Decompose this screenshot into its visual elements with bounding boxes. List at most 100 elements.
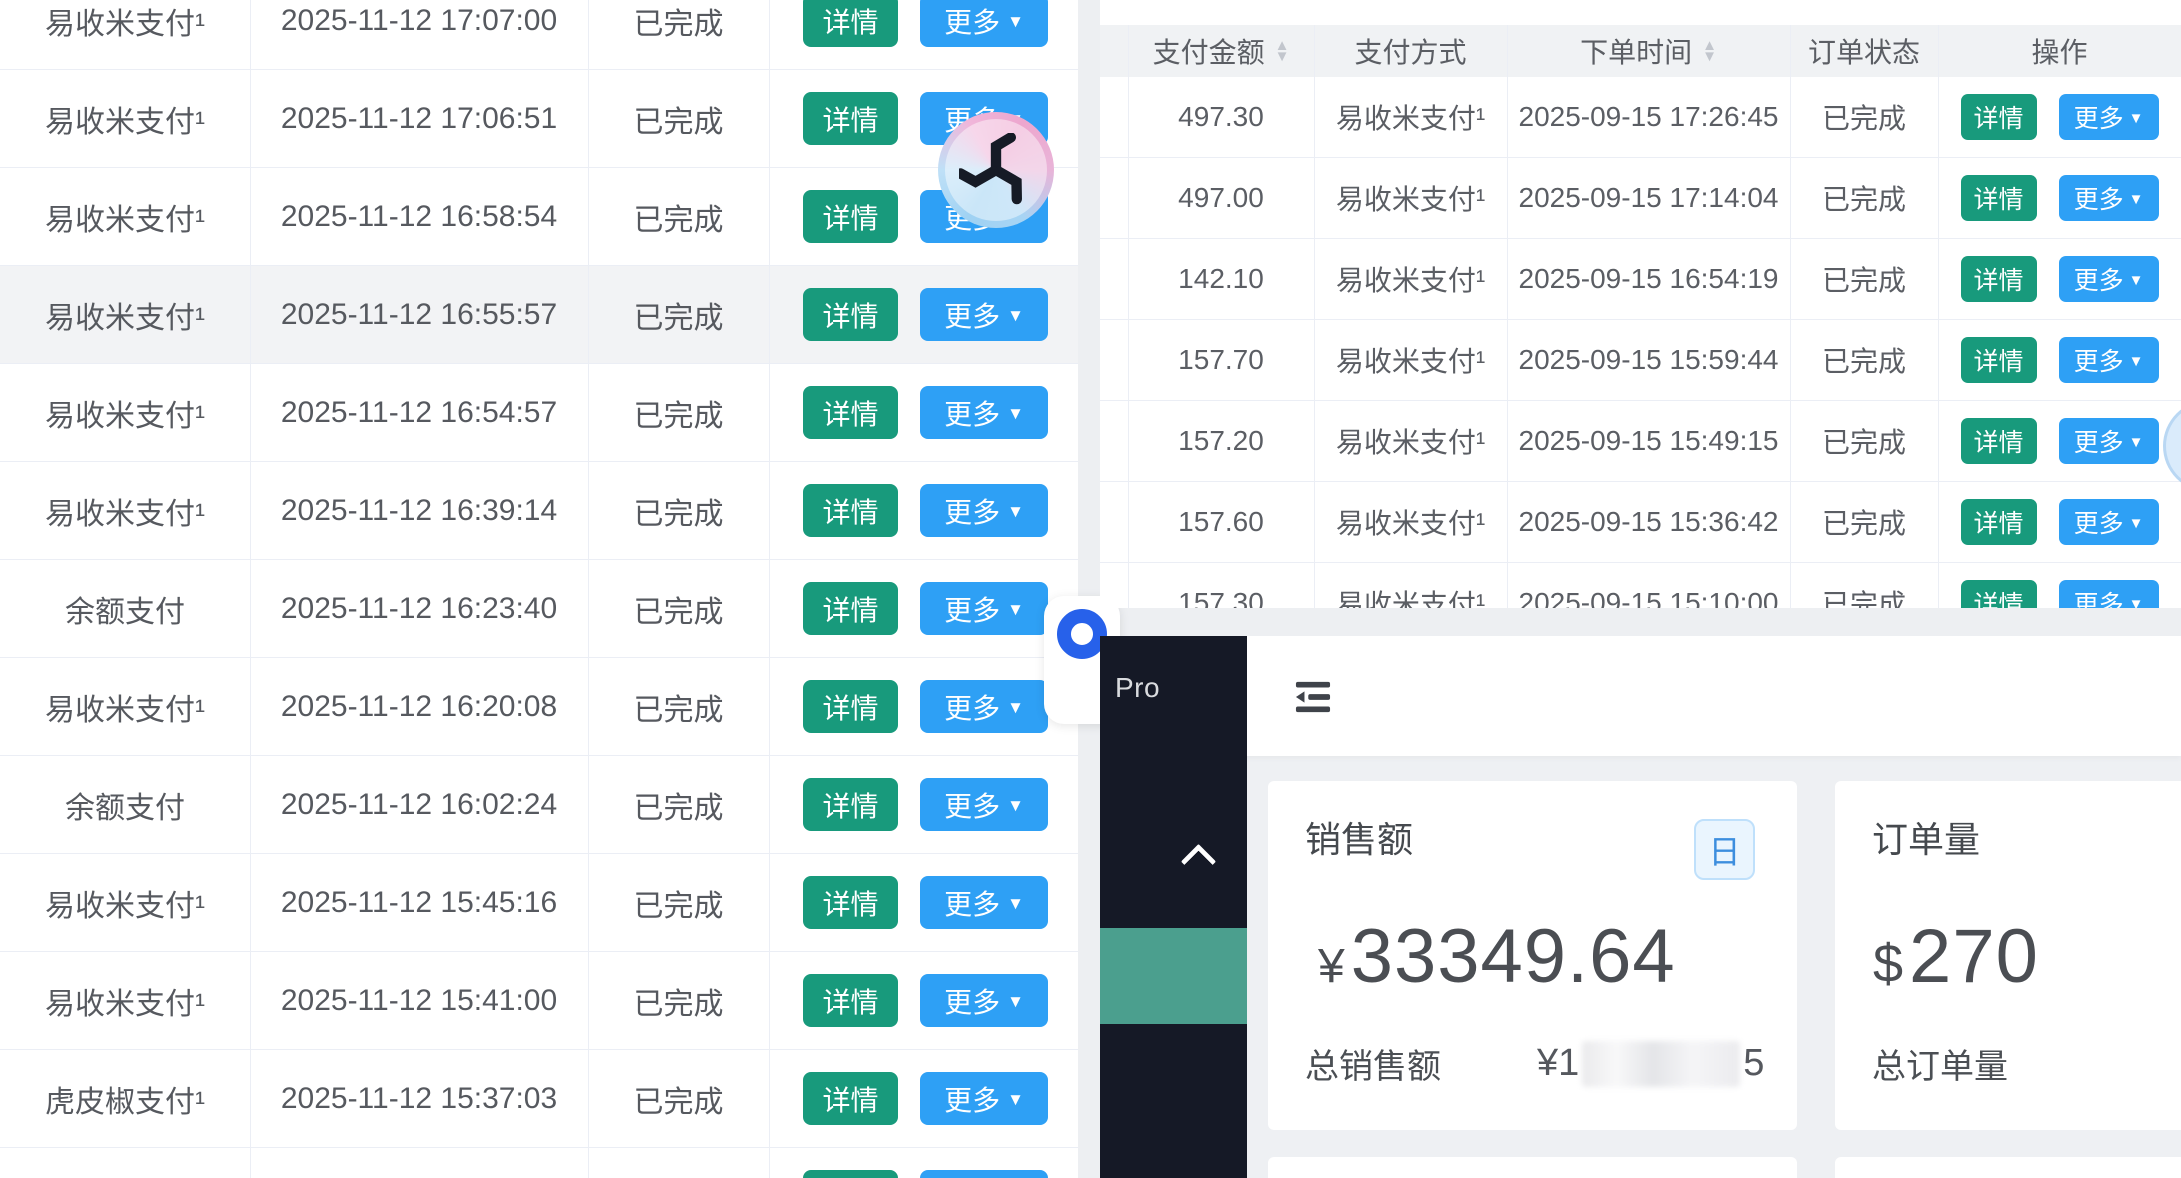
- pay-amount-cell: 157.30: [1128, 587, 1314, 608]
- payment-method-cell: 易收米支付¹: [0, 391, 250, 435]
- detail-button[interactable]: 详情: [1961, 175, 2037, 221]
- detail-button[interactable]: 详情: [1961, 499, 2037, 545]
- more-button[interactable]: 更多▼: [2059, 256, 2159, 302]
- caret-down-icon: ▼: [1007, 698, 1024, 718]
- order-status-cell: 已完成: [1790, 259, 1938, 299]
- order-time-cell: 2025-11-12 17:07:00: [250, 4, 588, 38]
- column-header: 下单时间▲▼: [1507, 31, 1790, 71]
- detail-button[interactable]: 详情: [803, 680, 898, 733]
- payment-method-cell: 易收米支付¹: [0, 0, 250, 43]
- more-button[interactable]: 更多▼: [920, 288, 1048, 341]
- column-header: 支付金额▲▼: [1128, 31, 1314, 71]
- detail-button[interactable]: 详情: [803, 190, 898, 243]
- order-time-cell: 2025-11-12 16:23:40: [250, 592, 588, 626]
- payment-method-cell: 易收米支付¹: [0, 979, 250, 1023]
- next-card-row-peek: [1835, 1157, 2181, 1178]
- dashboard-sidebar: Pro: [1100, 636, 1247, 1178]
- column-divider: [1938, 25, 1939, 608]
- sales-card: 销售额 日 ¥ 33349.64 总销售额 ¥1 5: [1268, 781, 1797, 1130]
- detail-button[interactable]: 详情: [803, 974, 898, 1027]
- payment-method-cell: 易收米支付¹: [0, 881, 250, 925]
- detail-button[interactable]: 详情: [803, 876, 898, 929]
- actions-cell: 详情更多▼: [769, 974, 1078, 1027]
- more-button[interactable]: 更多▼: [2059, 337, 2159, 383]
- payment-method-cell: 易收米支付¹: [1314, 97, 1507, 137]
- order-time-cell: 2025-09-15 15:59:44: [1507, 344, 1790, 376]
- detail-button[interactable]: 详情: [1961, 580, 2037, 608]
- more-button[interactable]: 更多▼: [920, 386, 1048, 439]
- more-button[interactable]: 更多▼: [920, 1072, 1048, 1125]
- sales-total-value: ¥1 5: [1537, 1041, 1764, 1087]
- collapse-sidebar-icon[interactable]: [1292, 679, 1334, 715]
- payment-method-cell: 易收米支付¹: [1314, 340, 1507, 380]
- table-row: 易收米支付¹2025-11-12 16:54:57已完成详情更多▼: [0, 364, 1078, 462]
- currency-symbol: ¥: [1318, 939, 1345, 994]
- detail-button[interactable]: 详情: [803, 288, 898, 341]
- sort-desc-icon: ▼: [1702, 51, 1717, 62]
- caret-down-icon: ▼: [2129, 353, 2144, 370]
- sort-icon[interactable]: ▲▼: [1275, 40, 1290, 62]
- chevron-up-icon[interactable]: [1181, 844, 1216, 879]
- detail-button[interactable]: 详情: [1961, 94, 2037, 140]
- order-status-cell: 已完成: [1790, 421, 1938, 461]
- pay-amount-cell: 157.60: [1128, 506, 1314, 538]
- detail-button[interactable]: 详情: [803, 92, 898, 145]
- sidebar-active-menu-item[interactable]: [1100, 928, 1247, 1024]
- caret-down-icon: ▼: [1007, 796, 1024, 816]
- more-button[interactable]: 更多▼: [920, 1170, 1048, 1178]
- table-row: 易收米支付¹2025-11-12 17:07:00已完成详情更多▼: [0, 0, 1078, 70]
- order-time-cell: 2025-09-15 15:49:15: [1507, 425, 1790, 457]
- table-row: 142.10易收米支付¹2025-09-15 16:54:19已完成详情更多▼: [1100, 239, 2181, 320]
- caret-down-icon: ▼: [2129, 110, 2144, 127]
- more-button[interactable]: 更多▼: [920, 0, 1048, 47]
- detail-button[interactable]: 详情: [803, 484, 898, 537]
- table-row: 易收米支付¹2025-11-12 16:58:54已完成详情更多▼: [0, 168, 1078, 266]
- more-button[interactable]: 更多▼: [2059, 175, 2159, 221]
- caret-down-icon: ▼: [2129, 515, 2144, 532]
- payment-method-cell: 易收米支付¹: [1314, 259, 1507, 299]
- more-button[interactable]: 更多▼: [920, 778, 1048, 831]
- detail-button[interactable]: 详情: [803, 0, 898, 47]
- floating-logo-badge[interactable]: [938, 112, 1054, 228]
- more-button[interactable]: 更多▼: [2059, 418, 2159, 464]
- actions-cell: 详情更多▼: [769, 876, 1078, 929]
- detail-button[interactable]: 详情: [803, 1072, 898, 1125]
- table-row: 157.20易收米支付¹2025-09-15 15:49:15已完成详情更多▼: [1100, 401, 2181, 482]
- payment-method-cell: 余额支付: [0, 587, 250, 631]
- column-divider: [1314, 25, 1315, 608]
- column-divider: [1790, 25, 1791, 608]
- order-time-cell: 2025-11-12 15:41:00: [250, 984, 588, 1018]
- detail-button[interactable]: 详情: [803, 1170, 898, 1178]
- more-button[interactable]: 更多▼: [2059, 580, 2159, 608]
- more-button[interactable]: 更多▼: [920, 484, 1048, 537]
- sales-value: ¥ 33349.64: [1318, 913, 1676, 1000]
- detail-button[interactable]: 详情: [803, 582, 898, 635]
- detail-button[interactable]: 详情: [1961, 256, 2037, 302]
- column-divider: [588, 0, 589, 1178]
- actions-cell: 详情更多▼: [769, 582, 1078, 635]
- actions-cell: 详情更多▼: [1938, 256, 2181, 302]
- more-button[interactable]: 更多▼: [2059, 499, 2159, 545]
- more-button[interactable]: 更多▼: [920, 582, 1048, 635]
- more-button[interactable]: 更多▼: [920, 876, 1048, 929]
- censored-value-blur: [1582, 1041, 1740, 1087]
- detail-button[interactable]: 详情: [803, 386, 898, 439]
- order-status-cell: 已完成: [588, 685, 769, 729]
- order-time-cell: 2025-09-15 16:54:19: [1507, 263, 1790, 295]
- actions-cell: 详情更多▼: [769, 778, 1078, 831]
- pay-amount-cell: 142.10: [1128, 263, 1314, 295]
- more-button[interactable]: 更多▼: [2059, 94, 2159, 140]
- table-row: 余额支付2025-11-12 16:02:24已完成详情更多▼: [0, 756, 1078, 854]
- more-button[interactable]: 更多▼: [920, 680, 1048, 733]
- pay-amount-cell: 157.70: [1128, 344, 1314, 376]
- period-day-button[interactable]: 日: [1694, 819, 1755, 880]
- detail-button[interactable]: 详情: [1961, 337, 2037, 383]
- detail-button[interactable]: 详情: [803, 778, 898, 831]
- order-time-cell: 2025-09-15 15:10:00: [1507, 587, 1790, 608]
- detail-button[interactable]: 详情: [1961, 418, 2037, 464]
- more-button[interactable]: 更多▼: [920, 974, 1048, 1027]
- actions-cell: 详情更多▼: [1938, 418, 2181, 464]
- caret-down-icon: ▼: [2129, 596, 2144, 609]
- sort-icon[interactable]: ▲▼: [1702, 40, 1717, 62]
- currency-symbol: $: [1873, 933, 1903, 995]
